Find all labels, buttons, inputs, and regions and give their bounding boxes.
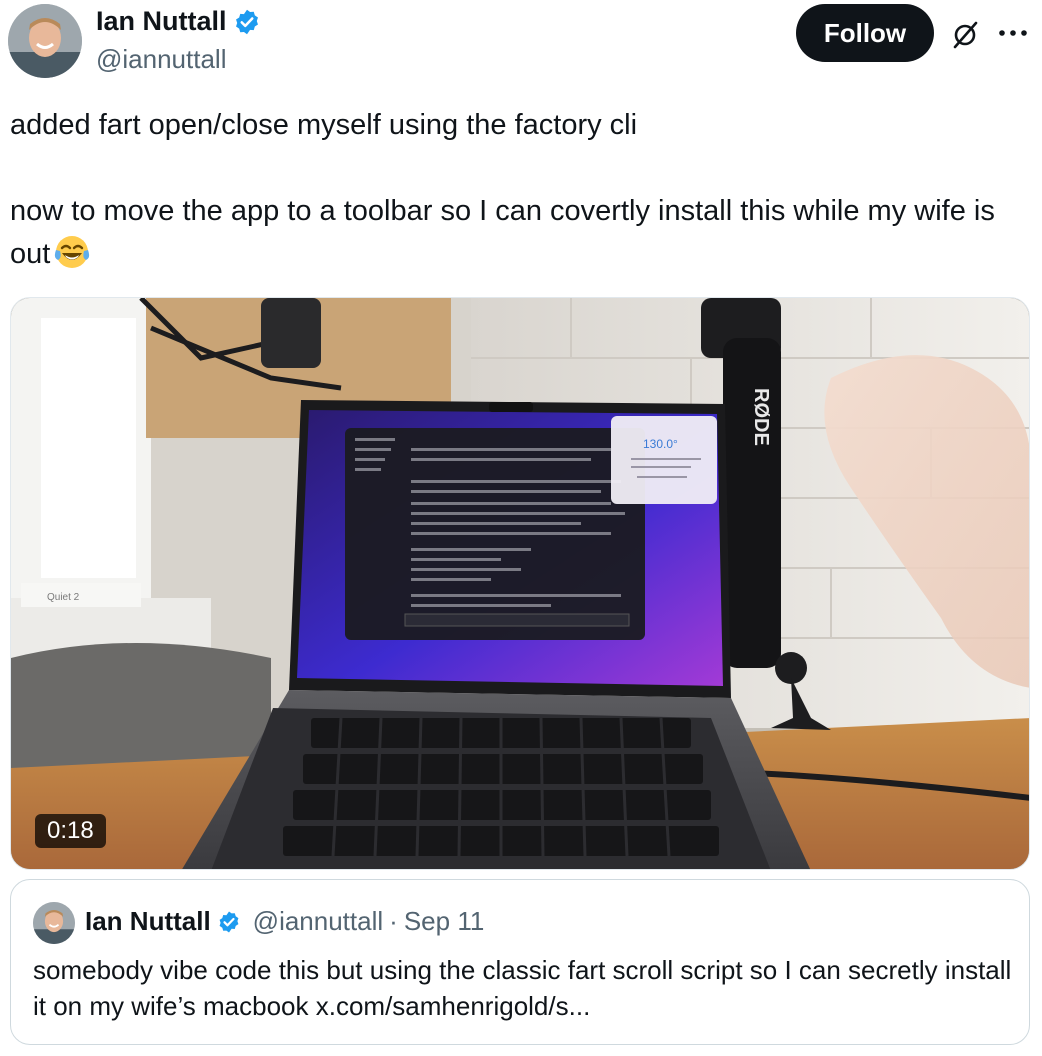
author-name[interactable]: Ian Nuttall <box>96 6 227 37</box>
quoted-author-avatar <box>33 902 75 944</box>
profile-photo-icon <box>33 902 75 944</box>
tears-of-joy-emoji-icon <box>55 236 90 268</box>
quoted-header: Ian Nuttall @iannuttall · Sep 11 <box>85 906 484 937</box>
quoted-author-handle: @iannuttall <box>252 906 384 936</box>
video-thumbnail: Quiet 2 RØDE 130.0° <box>11 298 1029 869</box>
quoted-tweet[interactable]: Ian Nuttall @iannuttall · Sep 11 somebod… <box>10 879 1030 1045</box>
quoted-tweet-text: somebody vibe code this but using the cl… <box>33 955 1012 1021</box>
verified-badge-icon <box>235 9 258 34</box>
video-duration: 0:18 <box>35 814 106 848</box>
mic-brand-label: RØDE <box>750 388 772 446</box>
tweet-line-2-text: now to move the app to a toolbar so I ca… <box>10 195 995 270</box>
quoted-separator: · <box>389 906 398 936</box>
tweet-line-2: now to move the app to a toolbar so I ca… <box>10 190 1020 276</box>
follow-button[interactable]: Follow <box>796 4 934 62</box>
tweet-line-1: added fart open/close myself using the f… <box>10 109 638 141</box>
video-player[interactable]: Quiet 2 RØDE 130.0° 0:18 <box>10 297 1030 870</box>
grok-icon[interactable] <box>950 20 980 50</box>
author-avatar[interactable] <box>8 4 82 78</box>
tweet-text: added fart open/close myself using the f… <box>10 104 1020 276</box>
author-handle[interactable]: @iannuttall <box>96 44 226 75</box>
quoted-date: Sep 11 <box>403 906 485 936</box>
profile-photo-icon <box>8 4 82 78</box>
more-options-icon[interactable] <box>996 18 1030 48</box>
author-name-row: Ian Nuttall <box>96 6 261 37</box>
box-label: Quiet 2 <box>47 592 80 603</box>
screen-temperature: 130.0° <box>643 437 678 451</box>
verified-badge-icon <box>219 911 239 932</box>
quoted-author-name: Ian Nuttall <box>85 906 211 936</box>
